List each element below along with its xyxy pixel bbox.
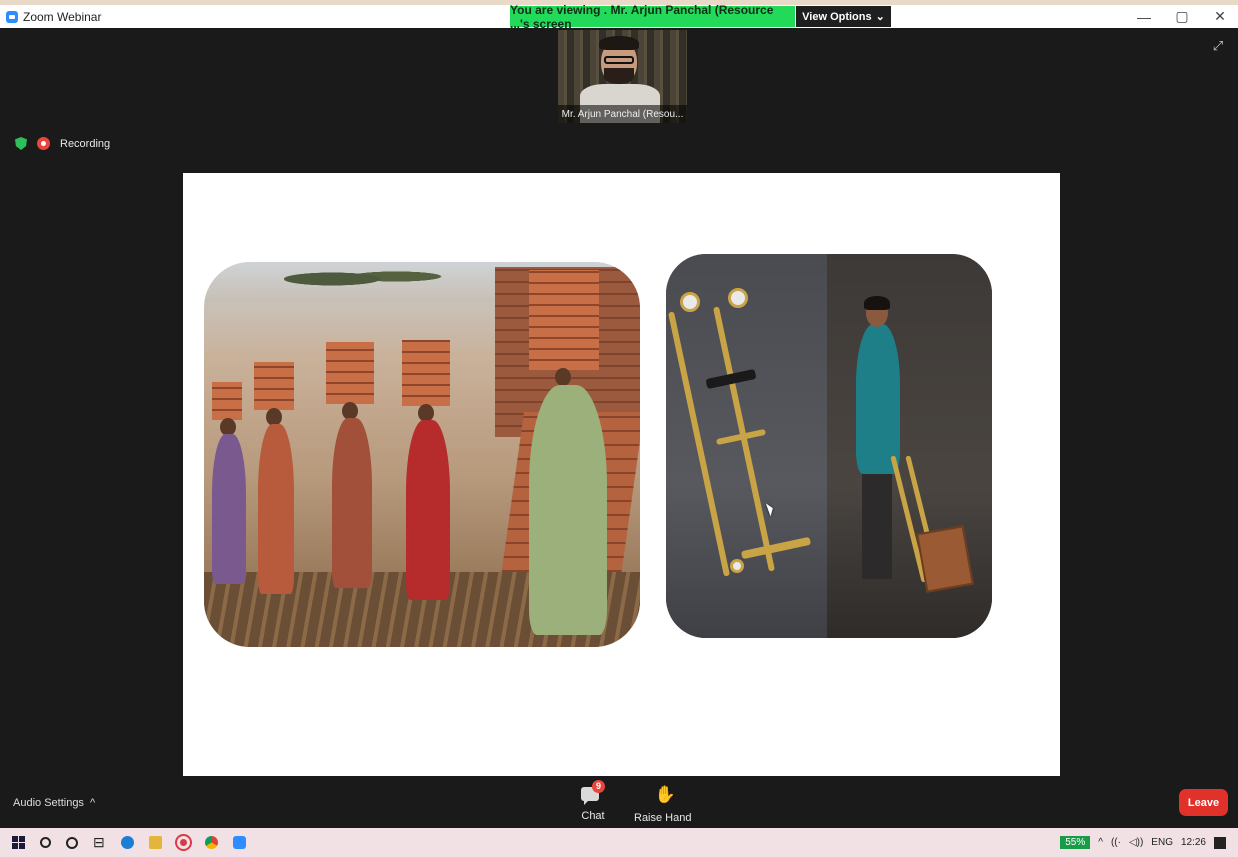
title-bar: Zoom Webinar You are viewing . Mr. Arjun…: [0, 3, 1238, 31]
close-button[interactable]: ✕: [1212, 8, 1228, 25]
trolley-wheel: [730, 559, 744, 573]
woman-kurta: [856, 324, 900, 474]
hand-icon: ✋: [654, 785, 676, 804]
speaker-beard: [604, 68, 634, 84]
brick-workers-photo: [204, 262, 640, 647]
brick-load-box: [916, 525, 974, 593]
shield-icon[interactable]: [15, 137, 27, 150]
raise-hand-label: Raise Hand: [634, 812, 692, 824]
app-red-icon[interactable]: [177, 836, 190, 849]
caret-up-icon: ^: [89, 797, 96, 809]
windows-taskbar: ⊟ 55% ^ ((· ◁)) ENG 12:26: [0, 828, 1238, 857]
language-indicator[interactable]: ENG: [1151, 837, 1173, 848]
restore-button[interactable]: ▢: [1174, 8, 1190, 25]
battery-indicator[interactable]: 55%: [1060, 836, 1091, 849]
chat-unread-badge: 9: [592, 780, 605, 793]
clock[interactable]: 12:26: [1181, 837, 1206, 848]
viewing-banner: You are viewing . Mr. Arjun Panchal (Res…: [510, 3, 795, 31]
bamboo-trolley-photo: [666, 254, 992, 638]
app-title-group: Zoom Webinar: [6, 10, 101, 24]
audio-settings-label: Audio Settings: [13, 797, 84, 809]
shared-screen-slide: [183, 173, 1060, 776]
leave-button[interactable]: Leave: [1179, 789, 1228, 816]
woman-legs: [862, 469, 892, 579]
system-tray: 55% ^ ((· ◁)) ENG 12:26: [1060, 828, 1226, 857]
recording-label: Recording: [60, 137, 111, 150]
photo-trees: [284, 264, 444, 289]
speaker-name-label: Mr. Arjun Panchal (Resou...: [558, 105, 687, 123]
speaker-hair: [599, 36, 639, 50]
edge-browser-icon[interactable]: [121, 836, 134, 849]
window-controls: — ▢ ✕: [1136, 5, 1228, 28]
meeting-controls-bar: Audio Settings ^ 9 Chat ✋ Raise Hand Lea…: [5, 778, 1238, 828]
chat-button[interactable]: 9 Chat: [581, 780, 605, 822]
zoom-logo-icon: [6, 10, 18, 23]
windows-start-icon[interactable]: [12, 836, 25, 849]
volume-icon[interactable]: ◁)): [1129, 837, 1143, 848]
meeting-area: Mr. Arjun Panchal (Resou... ⤢ Recording: [5, 28, 1238, 828]
cortana-icon[interactable]: [66, 836, 78, 849]
woman-hair: [864, 296, 890, 310]
speaker-glasses: [604, 56, 634, 64]
record-icon: [37, 137, 50, 150]
expand-icon[interactable]: ⤢: [1210, 38, 1226, 54]
trolley-wheel: [680, 292, 700, 312]
audio-settings-button[interactable]: Audio Settings ^: [13, 797, 95, 809]
zoom-taskbar-icon[interactable]: [233, 836, 246, 849]
chevron-down-icon: ⌄: [875, 11, 885, 23]
taskbar-apps: ⊟: [12, 835, 246, 849]
minimize-button[interactable]: —: [1136, 9, 1152, 25]
chevron-up-icon[interactable]: ^: [1098, 837, 1103, 848]
search-icon[interactable]: [40, 837, 51, 848]
chat-label: Chat: [581, 810, 605, 822]
notification-icon[interactable]: [1214, 836, 1226, 849]
trolley-wheel: [728, 288, 748, 308]
window-title: Zoom Webinar: [23, 9, 102, 24]
task-view-icon[interactable]: ⊟: [93, 835, 106, 849]
wifi-icon[interactable]: ((·: [1111, 837, 1121, 848]
view-options-label: View Options: [802, 10, 872, 23]
recording-indicator: Recording: [15, 137, 110, 150]
speaker-video-thumbnail[interactable]: Mr. Arjun Panchal (Resou...: [558, 30, 687, 123]
view-options-button[interactable]: View Options ⌄: [796, 6, 891, 27]
chat-icon-wrap: 9: [581, 780, 605, 805]
raise-hand-button[interactable]: ✋ Raise Hand: [634, 780, 691, 824]
chrome-icon[interactable]: [205, 836, 218, 849]
file-explorer-icon[interactable]: [149, 836, 162, 849]
